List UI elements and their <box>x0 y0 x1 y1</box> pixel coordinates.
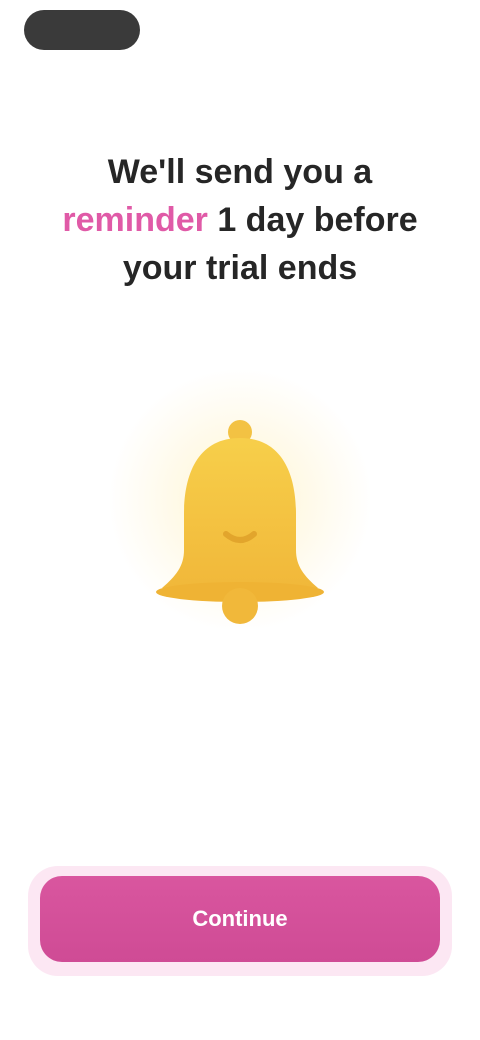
reminder-screen: We'll send you a reminder 1 day before y… <box>0 0 480 1040</box>
headline-line-2: 1 day before <box>207 201 418 239</box>
headline-accent: reminder <box>62 201 208 239</box>
continue-button[interactable]: Continue <box>40 876 440 962</box>
page-title: We'll send you a reminder 1 day before y… <box>40 148 440 292</box>
headline-line-3: your trial ends <box>122 249 358 287</box>
headline-line-1: We'll send you a <box>107 153 373 191</box>
bell-illustration <box>110 370 370 670</box>
back-button[interactable] <box>24 10 140 50</box>
bell-icon <box>156 420 324 624</box>
